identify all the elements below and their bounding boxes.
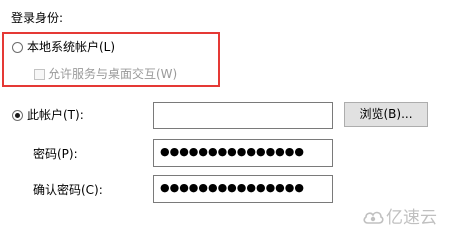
interact-desktop-checkbox[interactable] [34,69,45,80]
password-masked-value: ●●●●●●●●●●●●●●● [160,145,304,158]
local-system-radio[interactable] [12,42,23,53]
browse-button[interactable]: 浏览(B)... [344,102,428,127]
account-input[interactable] [153,102,333,129]
local-system-label[interactable]: 本地系统帐户(L) [27,39,115,55]
watermark: 亿速云 [362,205,442,233]
cloud-logo-icon [363,211,384,224]
password-field[interactable]: ●●●●●●●●●●●●●●● [153,139,333,167]
confirm-password-field[interactable]: ●●●●●●●●●●●●●●● [153,175,333,203]
this-account-radio[interactable] [12,110,23,121]
this-account-label[interactable]: 此帐户(T): [27,107,84,123]
password-label: 密码(P): [33,147,78,161]
watermark-text: 亿速云 [386,208,437,228]
section-label-login-as: 登录身份: [11,11,64,25]
confirm-password-masked-value: ●●●●●●●●●●●●●●● [160,181,304,194]
confirm-password-label: 确认密码(C): [33,183,103,197]
interact-desktop-label: 允许服务与桌面交互(W) [48,67,178,81]
